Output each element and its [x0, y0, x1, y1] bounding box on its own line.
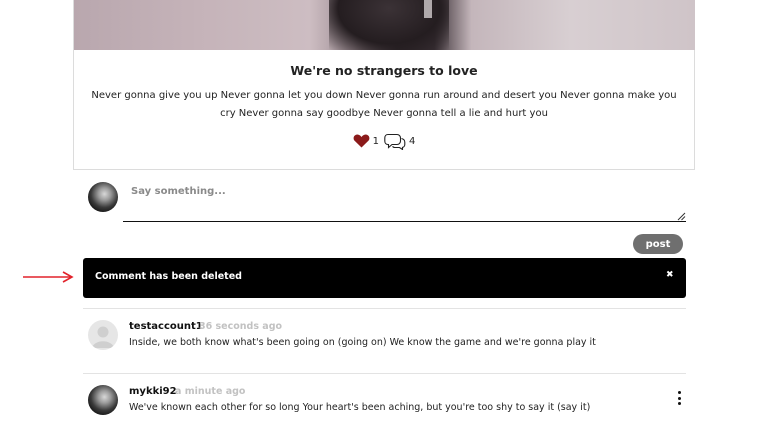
comment-username[interactable]: mykki92: [129, 386, 177, 397]
comment-count: 4: [409, 135, 416, 147]
comment-username[interactable]: testaccount1: [129, 321, 203, 332]
current-user-avatar: [88, 182, 118, 212]
alert-message: Comment has been deleted: [95, 271, 242, 282]
comment-timestamp: a minute ago: [175, 386, 246, 397]
resize-handle-icon[interactable]: [677, 212, 686, 221]
post-button[interactable]: post: [633, 234, 683, 254]
comment-text: We've known each other for so long Your …: [129, 402, 591, 413]
comment-bubble-icon[interactable]: [384, 133, 406, 150]
post-title: We're no strangers to love: [290, 63, 478, 78]
like-count: 1: [372, 135, 379, 147]
deleted-alert: Comment has been deleted ✖: [83, 258, 686, 298]
comment-text: Inside, we both know what's been going o…: [129, 337, 596, 348]
avatar: [88, 385, 118, 415]
comment-input[interactable]: [123, 178, 686, 222]
post-image: [74, 0, 695, 50]
heart-icon[interactable]: [353, 134, 370, 148]
divider: [83, 308, 686, 309]
close-icon[interactable]: ✖: [666, 270, 674, 280]
avatar: [88, 320, 118, 350]
post-stats: 1 4: [74, 132, 694, 150]
comment-timestamp: 36 seconds ago: [199, 321, 283, 332]
divider: [83, 373, 686, 374]
post-card: We're no strangers to love Never gonna g…: [73, 0, 695, 170]
arrow-right-icon: [23, 271, 74, 283]
more-vertical-icon[interactable]: [676, 391, 682, 407]
post-body: Never gonna give you up Never gonna let …: [91, 90, 677, 119]
